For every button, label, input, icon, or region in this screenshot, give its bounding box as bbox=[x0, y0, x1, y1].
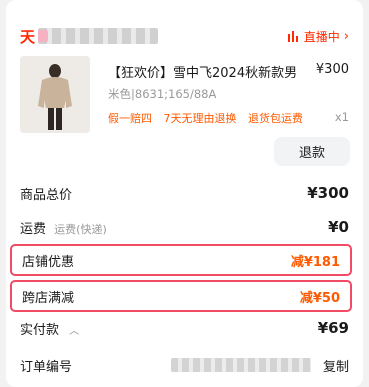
product-image[interactable] bbox=[20, 56, 90, 133]
paid-label-group: 实付款 ︿ bbox=[20, 319, 318, 338]
cross-store-value: 减¥50 bbox=[299, 290, 340, 306]
product-photo-figure bbox=[20, 56, 90, 133]
paid-value: ¥69 bbox=[317, 319, 349, 337]
store-discount-value: 减¥181 bbox=[290, 254, 340, 270]
service-tag: 7天无理由退换 bbox=[163, 112, 237, 125]
chevron-up-icon[interactable]: ︿ bbox=[69, 326, 79, 337]
paid-label: 实付款 bbox=[20, 322, 60, 338]
refund-button[interactable]: 退款 bbox=[274, 137, 350, 166]
shipping-label: 运费 bbox=[20, 221, 47, 237]
store-discount-row: 店铺优惠 减¥181 bbox=[10, 244, 352, 276]
product-sku: 米色|8631;165/88A bbox=[108, 87, 217, 101]
live-bars-icon bbox=[287, 31, 300, 42]
copy-button[interactable]: 复制 bbox=[323, 356, 349, 375]
shop-name-blurred[interactable] bbox=[38, 28, 158, 44]
live-badge[interactable]: 直播中 › bbox=[287, 28, 349, 45]
cross-store-discount-row: 跨店满减 减¥50 bbox=[10, 280, 352, 312]
service-tags: 假一赔四 7天无理由退换 退货包运费 bbox=[108, 110, 311, 126]
shop-header[interactable]: 天 直播中 › bbox=[6, 0, 363, 50]
shipping-label-group: 运费 运费(快递) bbox=[20, 218, 328, 237]
shipping-sublabel: 运费(快递) bbox=[54, 222, 107, 236]
order-number-label: 订单编号 bbox=[20, 359, 73, 375]
order-detail-card: 天 直播中 › 【狂欢价】雪中飞2024秋新款男 ¥300 米色|8631;16… bbox=[6, 0, 363, 387]
paid-row[interactable]: 实付款 ︿ ¥69 bbox=[6, 313, 363, 343]
shipping-value: ¥0 bbox=[328, 218, 349, 236]
product-quantity: x1 bbox=[334, 110, 349, 124]
cross-store-label: 跨店满减 bbox=[22, 290, 75, 306]
order-number-blurred bbox=[170, 358, 311, 372]
service-tag: 退货包运费 bbox=[248, 112, 303, 125]
product-price: ¥300 bbox=[315, 62, 349, 77]
order-number-row: 订单编号 复制 bbox=[6, 350, 363, 380]
chevron-right-icon: › bbox=[343, 29, 349, 44]
subtotal-value: ¥300 bbox=[307, 184, 349, 202]
product-title[interactable]: 【狂欢价】雪中飞2024秋新款男 bbox=[108, 62, 297, 81]
subtotal-label: 商品总价 bbox=[20, 187, 73, 203]
shipping-row: 运费 运费(快递) ¥0 bbox=[6, 212, 363, 242]
subtotal-row: 商品总价 ¥300 bbox=[6, 178, 363, 208]
service-tag: 假一赔四 bbox=[108, 112, 152, 125]
store-discount-label: 店铺优惠 bbox=[22, 254, 75, 270]
live-label: 直播中 bbox=[303, 30, 340, 44]
shop-logo-text[interactable]: 天 bbox=[20, 26, 35, 47]
